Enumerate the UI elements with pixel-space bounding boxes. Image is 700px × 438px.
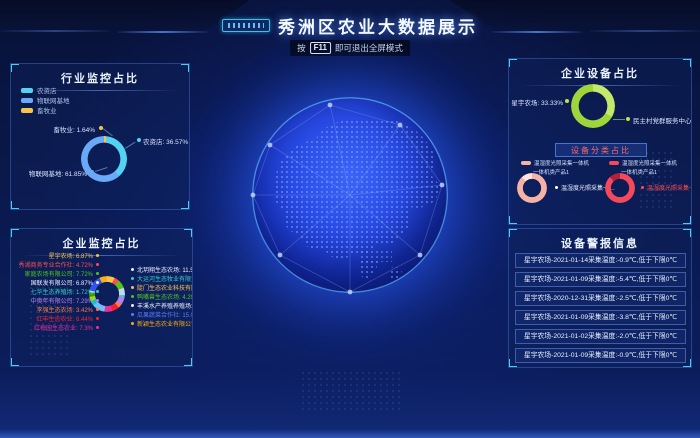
legend-item[interactable]: 温湿度光照采集一体机 xyxy=(521,159,589,167)
corner-bracket xyxy=(184,228,193,237)
alarm-list-item[interactable]: 星宇农场-2021-01-09采集温度:-5.4℃,低于下限0℃ xyxy=(515,272,686,287)
corner-bracket xyxy=(683,228,692,237)
pie-label: 大运河生态牧业有限责任公 xyxy=(131,274,193,283)
pie-label-xingyu-farm: 星宇农场: 33.33% xyxy=(509,97,563,107)
alarm-list-item[interactable]: 星宇农场-2020-12-31采集温度:-2.5℃,低于下限0℃ xyxy=(515,291,686,306)
pie-label: 七华生态养殖场: 1.72% xyxy=(13,287,99,296)
pie-label: 丰溪水产养殖养殖场: 1. xyxy=(131,301,193,310)
legend-swatch xyxy=(21,108,33,113)
pie-label-minzhu-center: 民主村党群服务中心: xyxy=(633,115,692,125)
pie-label: 星宇农场: 6.87% xyxy=(13,251,99,260)
bottom-accent-band xyxy=(0,429,700,438)
legend-item[interactable]: 温湿度光照采集一体机 xyxy=(609,159,677,167)
legend-item[interactable]: 畜牧业 xyxy=(21,105,57,115)
corner-bracket xyxy=(181,201,190,210)
industry-donut-chart[interactable] xyxy=(81,136,127,182)
pie-label: 鸭嘴兽生态农场: 4.29 xyxy=(131,292,193,301)
corner-bracket xyxy=(683,216,692,225)
pie-label: 秀湖商务专业合作社: 4.72% xyxy=(13,260,99,269)
corner-bracket xyxy=(181,63,190,72)
brand-logo xyxy=(222,19,270,32)
legend-item[interactable]: 农资店 xyxy=(21,85,57,95)
corner-bracket xyxy=(683,359,692,368)
pie-label: 陡门生态农业科技有限公 xyxy=(131,283,193,292)
globe-map-overlay xyxy=(240,85,460,305)
pie-label: 家庭农场有限公司: 7.72% xyxy=(13,269,99,278)
corner-bracket xyxy=(508,216,517,225)
panel-title: 企业设备占比 xyxy=(509,65,691,81)
corner-bracket xyxy=(508,58,517,67)
corner-bracket xyxy=(508,228,517,237)
pie-label: 温湿度光照采集一… xyxy=(647,183,692,192)
legend-label: 物联网基地 xyxy=(37,95,70,105)
pie-label-dot xyxy=(565,99,569,103)
panel-enterprise-device-ratio: 企业设备占比 星宇农场: 33.33% 民主村党群服务中心: 设备分类占比 温湿… xyxy=(508,58,692,225)
pie-label: 中奥年有限公司: 7.29% xyxy=(13,296,99,305)
corner-bracket xyxy=(10,358,19,367)
panel-title: 设备警报信息 xyxy=(509,235,691,251)
device-class-subtitle: 设备分类占比 xyxy=(555,143,647,157)
legend-item[interactable]: 物联网基地 xyxy=(21,95,70,105)
pie-label-agri-store: 农资店: 36.57% xyxy=(143,136,188,146)
device-class-donut-2[interactable] xyxy=(605,173,635,203)
legend-label: 农资店 xyxy=(37,85,57,95)
corner-bracket xyxy=(508,359,517,368)
panel-enterprise-monitor-ratio: 企业监控占比 星宇农场: 6.87% 秀湖商务专业合作社: 4.72% 家庭农场… xyxy=(10,228,193,367)
pie-label: 李强生态农场: 3.42% xyxy=(13,305,99,314)
pie-label: 红丰生态农业: 6.44% xyxy=(13,314,99,323)
pie-label-dot xyxy=(626,117,630,121)
pie-label: 北玥翔生态农场: 11.56% xyxy=(131,265,193,274)
corner-bracket xyxy=(10,228,19,237)
dot-block xyxy=(358,250,392,262)
legend-label: 畜牧业 xyxy=(37,105,57,115)
device-class-donut-1[interactable] xyxy=(517,173,547,203)
dashboard-stage: 秀洲区农业大数据展示 按 F11 即可退出全屏模式 xyxy=(0,0,700,438)
corner-bracket xyxy=(10,63,19,72)
pie-label-livestock: 畜牧业: 1.64% xyxy=(25,124,95,134)
pie-label-dot xyxy=(137,138,141,142)
leader-line xyxy=(613,119,625,120)
pie-label-iot-base: 物联网基地: 61.85% xyxy=(17,168,87,178)
legend-swatch xyxy=(21,88,33,93)
bg-dots-patch xyxy=(300,370,400,410)
leader-line xyxy=(125,142,136,149)
corner-bracket xyxy=(184,358,193,367)
pie-label: 新颖生态农业有限公司: 6.87% xyxy=(131,319,193,328)
enterprise-device-donut-chart[interactable] xyxy=(571,84,615,128)
pie-label-dot xyxy=(90,170,94,174)
alarm-list-item[interactable]: 星宇农场-2021-01-09采集温度:-3.8℃,低于下限0℃ xyxy=(515,310,686,325)
panel-title: 企业监控占比 xyxy=(11,235,192,251)
alarm-list-item[interactable]: 星宇农场-2021-01-14采集温度:-0.9℃,低于下限0℃ xyxy=(515,253,686,268)
legend-swatch xyxy=(521,161,531,165)
pie-label: 瓜果蔬菜合作社: 15.02% xyxy=(131,310,193,319)
corner-bracket xyxy=(683,58,692,67)
continent-dots xyxy=(273,119,439,259)
panel-industry-monitor-ratio: 行业监控占比 农资店 物联网基地 畜牧业 畜牧业: 1.64% 农资店: 36.… xyxy=(10,63,190,210)
legend-swatch xyxy=(21,98,33,103)
panel-device-alarm-info: 设备警报信息 星宇农场-2021-01-14采集温度:-0.9℃,低于下限0℃ … xyxy=(508,228,692,368)
legend-label: 温湿度光照采集一体机 xyxy=(534,159,589,167)
pie-label: 国联发有限公司: 6.87% xyxy=(13,278,99,287)
pie-label: 红梅园生态农业: 7.3% xyxy=(13,323,99,332)
panel-title: 行业监控占比 xyxy=(11,70,189,86)
legend-label: 温湿度光照采集一体机 xyxy=(622,159,677,167)
pie-label-dot xyxy=(555,186,558,189)
corner-bracket xyxy=(10,201,19,210)
alarm-list-item[interactable]: 星宇农场-2021-01-09采集温度:-0.9℃,低于下限0℃ xyxy=(515,348,686,363)
pie-label-dot xyxy=(641,186,644,189)
alarm-list-item[interactable]: 星宇农场-2021-01-02采集温度:-2.0℃,低于下限0℃ xyxy=(515,329,686,344)
legend-swatch xyxy=(609,161,619,165)
